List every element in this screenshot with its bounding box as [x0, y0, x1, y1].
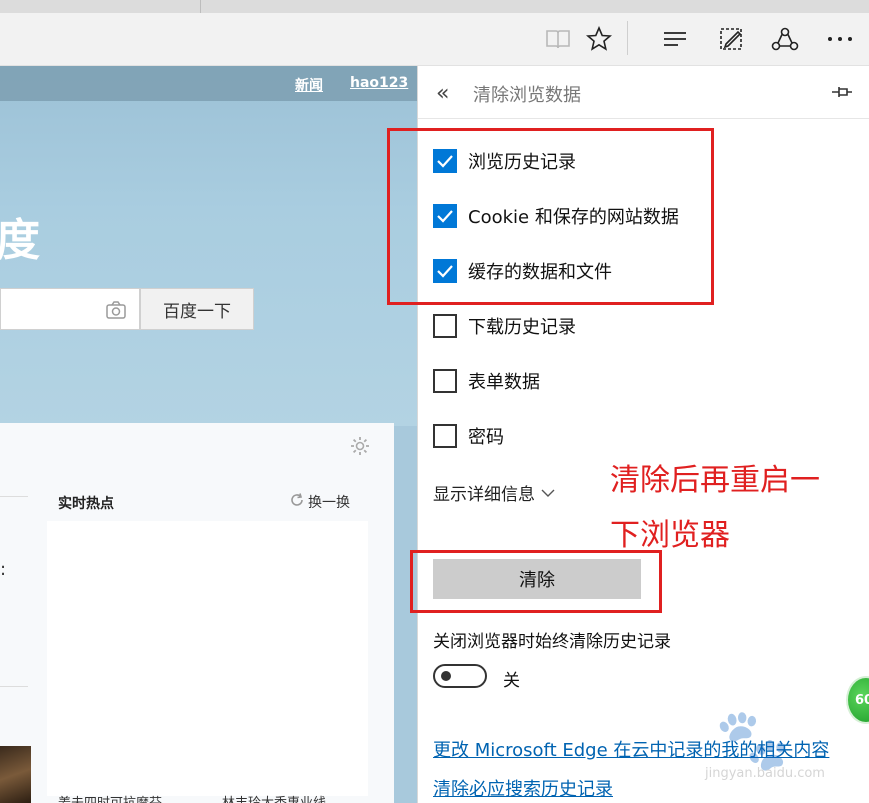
toggle-knob [441, 671, 451, 681]
refresh-button[interactable]: 换一换 [289, 492, 350, 512]
nav-link-news[interactable]: 新闻 [295, 75, 323, 95]
chevron-down-icon [541, 483, 555, 503]
reading-view-icon[interactable] [542, 23, 574, 55]
show-details-label: 显示详细信息 [433, 485, 535, 505]
baidu-watermark: 🐾 jingyan.baidu.com [660, 704, 830, 794]
annotation-text-line1: 清除后再重启一 [610, 463, 820, 498]
checkbox-unchecked[interactable] [433, 314, 457, 338]
search-input[interactable] [0, 288, 140, 330]
news-headline[interactable]: 林丰玲大秃惠业线 [222, 792, 326, 803]
web-page: 新闻 hao123 度 百度一下 : 实时热点 换一换 姜夫四时可抗摩芬 林丰玲… [0, 66, 417, 803]
option-label: 下载历史记录 [468, 317, 576, 338]
divider-line [0, 686, 28, 687]
option-form-data[interactable]: 表单数据 [433, 368, 540, 394]
option-download-history[interactable]: 下载历史记录 [433, 313, 576, 339]
pin-icon[interactable] [830, 84, 854, 100]
option-label: 表单数据 [468, 372, 540, 393]
tab-strip [0, 0, 869, 13]
paw-logo-icon: 🐾 [715, 705, 790, 775]
annotation-box-checked-options [387, 128, 714, 305]
option-label: 密码 [468, 427, 504, 448]
checkbox-unchecked[interactable] [433, 424, 457, 448]
show-details-toggle[interactable]: 显示详细信息 [433, 480, 555, 505]
baidu-logo-fragment: 度 [0, 215, 40, 266]
checkbox-unchecked[interactable] [433, 369, 457, 393]
hub-icon[interactable] [659, 23, 691, 55]
settings-gear-icon[interactable] [349, 435, 371, 457]
toolbar-divider [627, 21, 628, 55]
refresh-label: 换一换 [308, 495, 350, 511]
annotation-text-line2: 下浏览器 [610, 518, 730, 553]
annotation-box-clear-button [410, 550, 662, 613]
news-headline[interactable]: 姜夫四时可抗摩芬 [58, 792, 162, 803]
camera-icon[interactable] [105, 299, 127, 321]
browser-toolbar [0, 13, 869, 66]
always-clear-label: 关闭浏览器时始终清除历史记录 [433, 632, 671, 652]
always-clear-toggle[interactable] [433, 664, 487, 688]
toggle-state-label: 关 [503, 671, 520, 691]
news-thumbnail[interactable] [0, 746, 31, 803]
hot-topics-title: 实时热点 [58, 496, 114, 512]
panel-title: 清除浏览数据 [473, 85, 581, 106]
web-note-icon[interactable] [715, 23, 747, 55]
share-icon[interactable] [769, 23, 801, 55]
refresh-icon [289, 492, 305, 512]
hero-background [0, 66, 417, 426]
nav-link-hao123[interactable]: hao123 [350, 75, 408, 91]
link-clear-bing-history[interactable]: 清除必应搜索历史记录 [433, 775, 613, 801]
back-chevron-icon[interactable]: « [436, 81, 449, 106]
divider-line [0, 496, 28, 497]
content-card: : 实时热点 换一换 姜夫四时可抗摩芬 林丰玲大秃惠业线 [0, 423, 394, 803]
panel-header: « 清除浏览数据 [418, 66, 869, 119]
favorite-star-icon[interactable] [583, 23, 615, 55]
hot-topics-list [47, 521, 368, 796]
watermark-text: jingyan.baidu.com [705, 766, 825, 781]
tab-divider [200, 0, 201, 13]
text-fragment: : [0, 559, 7, 580]
option-passwords[interactable]: 密码 [433, 423, 504, 449]
search-button[interactable]: 百度一下 [140, 288, 254, 330]
more-icon[interactable] [824, 23, 856, 55]
